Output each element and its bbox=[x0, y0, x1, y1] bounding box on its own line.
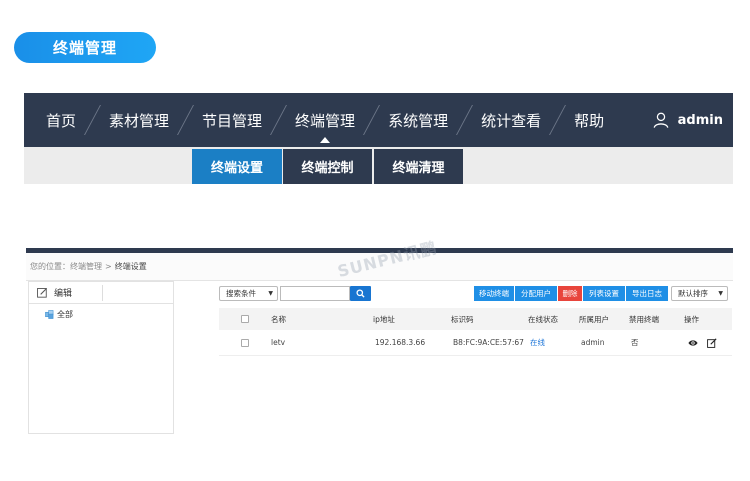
search-button[interactable] bbox=[350, 286, 371, 301]
breadcrumb-separator: > bbox=[105, 262, 112, 271]
top-nav: 首页 素材管理 节目管理 终端管理 系统管理 统计查看 帮助 admin bbox=[24, 93, 733, 147]
caret-down-icon: ▼ bbox=[718, 290, 723, 297]
tab-terminal-control[interactable]: 终端控制 bbox=[283, 149, 372, 184]
search-input[interactable] bbox=[280, 286, 350, 301]
header-id-code: 标识码 bbox=[451, 314, 474, 324]
nav-help[interactable]: 帮助 bbox=[564, 93, 614, 147]
filter-select[interactable]: 搜索条件 ▼ bbox=[219, 286, 278, 301]
breadcrumb-parent[interactable]: 终端管理 bbox=[70, 261, 102, 272]
cell-status[interactable]: 在线 bbox=[530, 337, 545, 348]
header-actions: 操作 bbox=[684, 314, 699, 324]
header-name: 名称 bbox=[271, 314, 286, 324]
tree-toolbar: 编辑 bbox=[29, 282, 173, 304]
breadcrumb-current: 终端设置 bbox=[114, 262, 147, 271]
list-settings-button[interactable]: 列表设置 bbox=[583, 286, 625, 301]
section-badge: 终端管理 bbox=[14, 32, 156, 63]
tab-terminal-settings[interactable]: 终端设置 bbox=[192, 149, 282, 184]
row-checkbox[interactable] bbox=[241, 338, 249, 347]
terminal-toolbar: 搜索条件 ▼ 移动终端 分配用户 删除 列表设置 导出日志 默认排序 ▼ bbox=[219, 286, 729, 302]
sort-select[interactable]: 默认排序 ▼ bbox=[671, 286, 728, 301]
user-icon bbox=[653, 112, 669, 128]
terminal-settings-panel: 您的位置： 终端管理 > 终端设置 SUNPN讯鹏 编辑 全部 搜索条件 ▼ 移… bbox=[26, 238, 733, 434]
header-user: 所属用户 bbox=[579, 314, 609, 324]
header-disabled: 禁用终端 bbox=[629, 314, 659, 324]
nav-materials[interactable]: 素材管理 bbox=[99, 93, 179, 147]
breadcrumb-prefix: 您的位置： bbox=[30, 262, 70, 271]
edit-icon[interactable] bbox=[707, 337, 717, 348]
filter-select-value: 搜索条件 bbox=[226, 289, 256, 298]
header-status: 在线状态 bbox=[528, 314, 558, 324]
tree-node-all[interactable]: 全部 bbox=[29, 309, 173, 320]
delete-button[interactable]: 删除 bbox=[558, 286, 582, 301]
group-icon bbox=[45, 310, 54, 319]
cell-name: letv bbox=[271, 338, 286, 347]
group-tree: 编辑 全部 bbox=[28, 281, 174, 434]
edit-icon[interactable] bbox=[37, 287, 48, 298]
nav-programs[interactable]: 节目管理 bbox=[192, 93, 272, 147]
header-ip: ip地址 bbox=[373, 314, 395, 324]
table-header: 名称 ip地址 标识码 在线状态 所属用户 禁用终端 操作 bbox=[219, 308, 732, 330]
tree-toolbar-divider bbox=[102, 285, 103, 301]
search-icon bbox=[356, 289, 365, 298]
tree-node-label: 全部 bbox=[57, 310, 73, 319]
view-icon[interactable] bbox=[688, 338, 698, 348]
cell-user: admin bbox=[581, 338, 605, 347]
cell-disabled: 否 bbox=[631, 338, 639, 347]
export-log-button[interactable]: 导出日志 bbox=[626, 286, 668, 301]
tab-terminal-cleanup[interactable]: 终端清理 bbox=[374, 149, 463, 184]
nav-terminals[interactable]: 终端管理 bbox=[285, 93, 365, 147]
user-menu[interactable]: admin bbox=[652, 93, 723, 147]
assign-user-button[interactable]: 分配用户 bbox=[515, 286, 557, 301]
cell-id-code: B8:FC:9A:CE:57:67 bbox=[453, 338, 524, 347]
nav-statistics[interactable]: 统计查看 bbox=[471, 93, 551, 147]
table-row[interactable]: letv 192.168.3.66 B8:FC:9A:CE:57:67 在线 a… bbox=[219, 330, 732, 356]
cell-ip: 192.168.3.66 bbox=[375, 338, 426, 347]
nav-system[interactable]: 系统管理 bbox=[378, 93, 458, 147]
edit-label[interactable]: 编辑 bbox=[54, 286, 72, 299]
sort-select-value: 默认排序 bbox=[678, 289, 708, 298]
caret-down-icon: ▼ bbox=[268, 290, 273, 297]
select-all-checkbox[interactable] bbox=[241, 315, 249, 323]
sub-nav: 终端设置 终端控制 终端清理 bbox=[24, 147, 733, 184]
move-terminal-button[interactable]: 移动终端 bbox=[474, 286, 514, 301]
terminal-table: 名称 ip地址 标识码 在线状态 所属用户 禁用终端 操作 letv 192.1… bbox=[219, 308, 732, 356]
nav-home[interactable]: 首页 bbox=[24, 93, 86, 147]
username: admin bbox=[677, 112, 723, 128]
